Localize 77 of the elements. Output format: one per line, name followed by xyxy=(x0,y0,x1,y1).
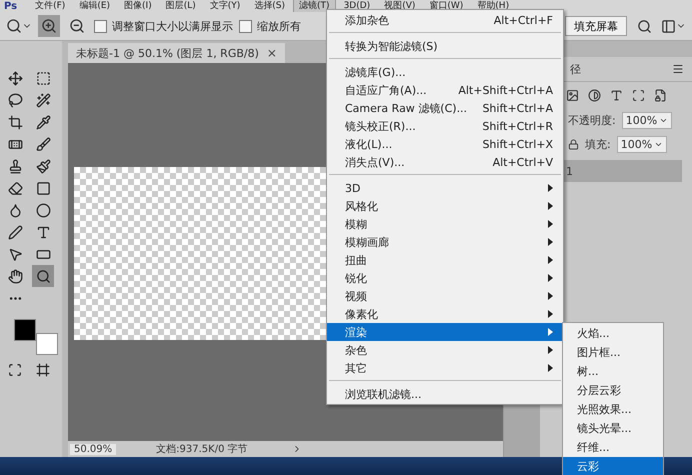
menu-item[interactable]: 风格化 xyxy=(327,197,563,215)
menu-item[interactable]: 3D(D) xyxy=(338,0,376,13)
menu-item[interactable]: 纤维... xyxy=(563,438,663,457)
menu-item[interactable]: 文字(Y) xyxy=(204,0,246,13)
checkbox-label: 缩放所有 xyxy=(257,18,301,34)
menu-item[interactable]: 像素化 xyxy=(327,305,563,323)
menu-item[interactable]: 编辑(E) xyxy=(73,0,116,13)
menu-item[interactable]: 图片框... xyxy=(563,343,663,362)
menu-item[interactable]: 添加杂色 Alt+Ctrl+F xyxy=(327,11,563,29)
submenu-arrow-icon xyxy=(548,292,553,300)
menu-item[interactable]: 帮助(H) xyxy=(471,0,516,13)
menu-item[interactable]: 其它 xyxy=(327,359,563,377)
menu-item[interactable]: 扭曲 xyxy=(327,251,563,269)
submenu-arrow-icon xyxy=(548,310,553,318)
layer-row[interactable]: 1 xyxy=(562,160,682,182)
search-icon[interactable] xyxy=(32,265,54,287)
menu-item[interactable]: Camera Raw 滤镜(C)... Shift+Ctrl+A xyxy=(327,99,563,117)
menu-item[interactable]: 渲染 xyxy=(327,323,563,341)
submenu-arrow-icon xyxy=(548,220,553,228)
menu-item[interactable]: 视图(V) xyxy=(378,0,422,13)
document-title: 未标题-1 @ 50.1% (图层 1, RGB/8) xyxy=(76,46,259,60)
frame-icon[interactable] xyxy=(632,88,645,102)
submenu-arrow-icon xyxy=(548,202,553,210)
background-swatch[interactable] xyxy=(36,333,58,355)
image-icon[interactable] xyxy=(566,88,579,102)
submenu-arrow-icon xyxy=(548,328,553,336)
menu-item[interactable]: 文件(F) xyxy=(29,0,72,13)
menu-item[interactable]: 浏览联机滤镜... xyxy=(327,385,563,403)
submenu-arrow-icon xyxy=(548,346,553,354)
menu-item[interactable]: 视频 xyxy=(327,287,563,305)
menu-item[interactable]: 火焰... xyxy=(563,324,663,343)
menu-item[interactable]: 3D xyxy=(327,179,563,197)
menu-item[interactable]: 消失点(V)... Alt+Ctrl+V xyxy=(327,153,563,171)
fill-label: 填充: xyxy=(585,136,611,152)
fill-field[interactable]: 100% xyxy=(616,136,668,152)
menu-item[interactable]: 光照效果... xyxy=(563,400,663,419)
menu-item[interactable]: 模糊 xyxy=(327,215,563,233)
zoom-in-button[interactable] xyxy=(38,15,60,37)
opacity-label: 不透明度: xyxy=(568,112,616,128)
file-icon[interactable] xyxy=(654,88,667,102)
submenu-arrow-icon xyxy=(548,184,553,192)
menu-item[interactable]: 杂色 xyxy=(327,341,563,359)
opacity-field[interactable]: 100% xyxy=(622,112,672,128)
text-icon[interactable] xyxy=(610,88,623,102)
menu-item[interactable]: 窗口(W) xyxy=(423,0,470,13)
menu-item[interactable]: 滤镜库(G)... xyxy=(327,63,563,81)
document-info: 文档:937.5K/0 字节 xyxy=(156,442,248,456)
menu-item[interactable]: 选择(S) xyxy=(248,0,292,13)
fill-screen-button[interactable]: 填充屏幕 xyxy=(565,16,627,36)
panel-tab[interactable]: 径 xyxy=(570,62,581,76)
checkbox[interactable] xyxy=(239,20,252,32)
foreground-swatch[interactable] xyxy=(14,319,36,341)
half-circle-icon[interactable] xyxy=(588,88,601,102)
menu-item[interactable]: 自适应广角(A)... Alt+Shift+Ctrl+A xyxy=(327,81,563,99)
menu-item[interactable]: 镜头光晕... xyxy=(563,419,663,438)
menu-item[interactable]: 液化(L)... Shift+Ctrl+X xyxy=(327,135,563,153)
menu-item[interactable]: 图像(I) xyxy=(118,0,158,13)
checkbox-label: 调整窗口大小以满屏显示 xyxy=(112,18,233,34)
zoom-field[interactable]: 50.09% xyxy=(70,444,116,454)
menu-item[interactable]: 模糊画廊 xyxy=(327,233,563,251)
menu-item[interactable]: 镜头校正(R)... Shift+Ctrl+R xyxy=(327,117,563,135)
menu-item[interactable]: 分层云彩 xyxy=(563,381,663,400)
menu-item[interactable]: 图层(L) xyxy=(160,0,202,13)
menu-item[interactable]: 树... xyxy=(563,362,663,381)
submenu-arrow-icon xyxy=(548,256,553,264)
app-logo: Ps xyxy=(4,0,18,12)
menu-item[interactable]: 云彩 xyxy=(563,457,663,475)
checkbox[interactable] xyxy=(94,20,107,32)
menu-item[interactable]: 锐化 xyxy=(327,269,563,287)
document-tab[interactable]: 未标题-1 @ 50.1% (图层 1, RGB/8) × xyxy=(68,43,285,63)
submenu-arrow-icon xyxy=(548,238,553,246)
lock-icon[interactable] xyxy=(568,138,579,150)
submenu-arrow-icon xyxy=(548,364,553,372)
menu-item[interactable]: 转换为智能滤镜(S) xyxy=(327,37,563,55)
close-button[interactable]: × xyxy=(266,46,277,60)
menu-icon[interactable] xyxy=(672,63,684,75)
submenu-arrow-icon xyxy=(548,274,553,282)
